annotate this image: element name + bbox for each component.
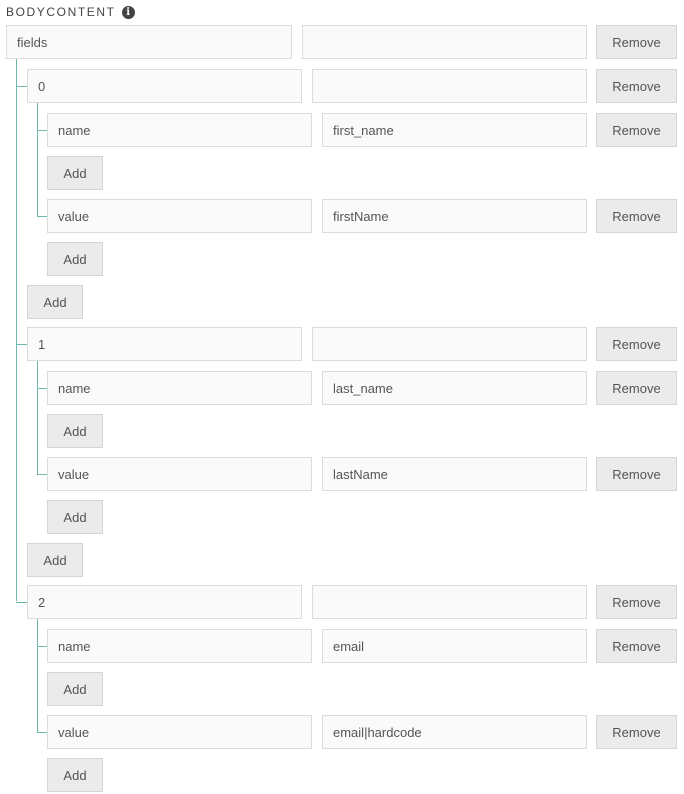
item-1-value-add-button[interactable]: Add [47,500,103,534]
tree-branch-0-value [37,216,47,217]
item-2-name-add-button[interactable]: Add [47,672,103,706]
item-1-value-field[interactable] [312,327,587,361]
item-2-name-remove-button[interactable]: Remove [596,629,677,663]
item-2-index-field[interactable]: 2 [27,585,302,619]
item-1-value-value-field[interactable]: lastName [322,457,587,491]
item-0-value-value-field[interactable]: firstName [322,199,587,233]
item-1-value-remove-button[interactable]: Remove [596,457,677,491]
item-1-name-value-field[interactable]: last_name [322,371,587,405]
tree-line-root [16,58,17,601]
item-2-value-key-field[interactable]: value [47,715,312,749]
item-2-value-add-button[interactable]: Add [47,758,103,792]
item-0-value-key-field[interactable]: value [47,199,312,233]
item-0-index-field[interactable]: 0 [27,69,302,103]
tree-line-item-2 [37,618,38,732]
item-1-value-key-field[interactable]: value [47,457,312,491]
tree-branch-2-name [37,646,47,647]
item-2-value-value-field[interactable]: email|hardcode [322,715,587,749]
item-2-value-field[interactable] [312,585,587,619]
item-0-value-add-button[interactable]: Add [47,242,103,276]
tree-branch-0-name [37,130,47,131]
item-1-add-button[interactable]: Add [27,543,83,577]
root-value-field[interactable] [302,25,587,59]
item-2-remove-button[interactable]: Remove [596,585,677,619]
item-0-add-button[interactable]: Add [27,285,83,319]
tree-branch-0 [16,86,27,87]
item-1-name-remove-button[interactable]: Remove [596,371,677,405]
item-1-remove-button[interactable]: Remove [596,327,677,361]
tree-branch-2-value [37,732,47,733]
section-title-text: BODYCONTENT [6,5,116,19]
tree-line-item-0 [37,102,38,216]
tree-branch-1 [16,344,27,345]
item-2-name-key-field[interactable]: name [47,629,312,663]
tree-branch-1-value [37,474,47,475]
info-icon[interactable]: i [121,5,135,19]
item-2-name-value-field[interactable]: email [322,629,587,663]
item-2-value-remove-button[interactable]: Remove [596,715,677,749]
item-0-name-key-field[interactable]: name [47,113,312,147]
section-title: BODYCONTENT i [6,4,135,20]
item-0-name-add-button[interactable]: Add [47,156,103,190]
item-0-remove-button[interactable]: Remove [596,69,677,103]
tree-branch-2 [16,602,27,603]
item-1-name-add-button[interactable]: Add [47,414,103,448]
item-0-name-remove-button[interactable]: Remove [596,113,677,147]
item-0-name-value-field[interactable]: first_name [322,113,587,147]
tree-line-item-1 [37,360,38,474]
root-remove-button[interactable]: Remove [596,25,677,59]
item-0-value-remove-button[interactable]: Remove [596,199,677,233]
item-0-value-field[interactable] [312,69,587,103]
root-key-field[interactable]: fields [6,25,292,59]
item-1-name-key-field[interactable]: name [47,371,312,405]
item-1-index-field[interactable]: 1 [27,327,302,361]
tree-branch-1-name [37,388,47,389]
